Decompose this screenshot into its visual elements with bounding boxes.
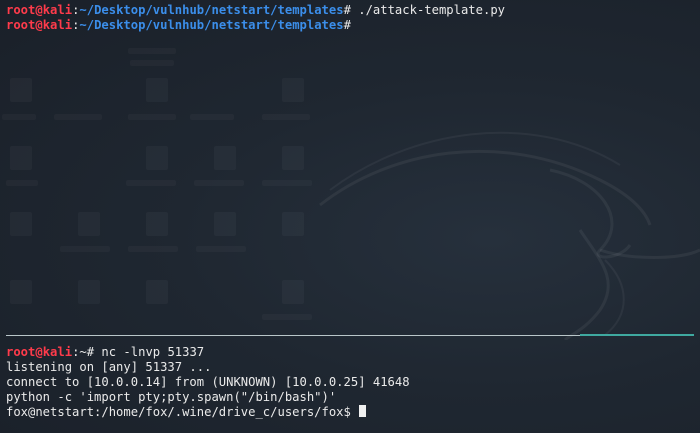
terminal-line-command: root@kali:~/Desktop/vulnhub/netstart/tem… (6, 2, 505, 18)
prompt-host: kali (42, 345, 73, 359)
terminal-output-line: listening on [any] 51337 ... (6, 360, 212, 374)
terminal-line-shell-prompt: fox@netstart:/home/fox/.wine/drive_c/use… (6, 404, 367, 420)
prompt-host: kali (42, 3, 73, 17)
terminal-line-prompt: root@kali:~/Desktop/vulnhub/netstart/tem… (6, 17, 351, 33)
prompt-path: ~/Desktop/vulnhub/netstart/templates (79, 3, 344, 17)
terminal-output-line: connect to [10.0.0.14] from (UNKNOWN) [1… (6, 375, 410, 389)
terminal-pane-bottom[interactable]: root@kali:~# nc -lnvp 51337 listening on… (0, 338, 700, 433)
prompt-at: @ (35, 18, 43, 32)
command-text: ./attack-template.py (358, 3, 505, 17)
pane-divider-accent (580, 334, 694, 336)
prompt-symbol: # (343, 18, 351, 32)
prompt-at: @ (35, 3, 43, 17)
command-text: nc -lnvp 51337 (101, 345, 205, 359)
shell-prompt: fox@netstart:/home/fox/.wine/drive_c/use… (6, 405, 359, 419)
text-cursor (359, 405, 367, 417)
prompt-symbol: # (343, 3, 359, 17)
terminal-output-line: python -c 'import pty;pty.spawn("/bin/ba… (6, 390, 337, 404)
terminal-pane-top[interactable]: root@kali:~/Desktop/vulnhub/netstart/tem… (0, 0, 700, 334)
prompt-user: root (6, 18, 36, 32)
prompt-at: @ (35, 345, 43, 359)
terminal-line-nc-command: root@kali:~# nc -lnvp 51337 (6, 344, 204, 360)
prompt-user: root (6, 3, 36, 17)
prompt-host: kali (42, 18, 73, 32)
prompt-separator: :~# (72, 345, 102, 359)
desktop-screen: root@kali:~/Desktop/vulnhub/netstart/tem… (0, 0, 700, 433)
prompt-path: ~/Desktop/vulnhub/netstart/templates (79, 18, 344, 32)
prompt-user: root (6, 345, 36, 359)
